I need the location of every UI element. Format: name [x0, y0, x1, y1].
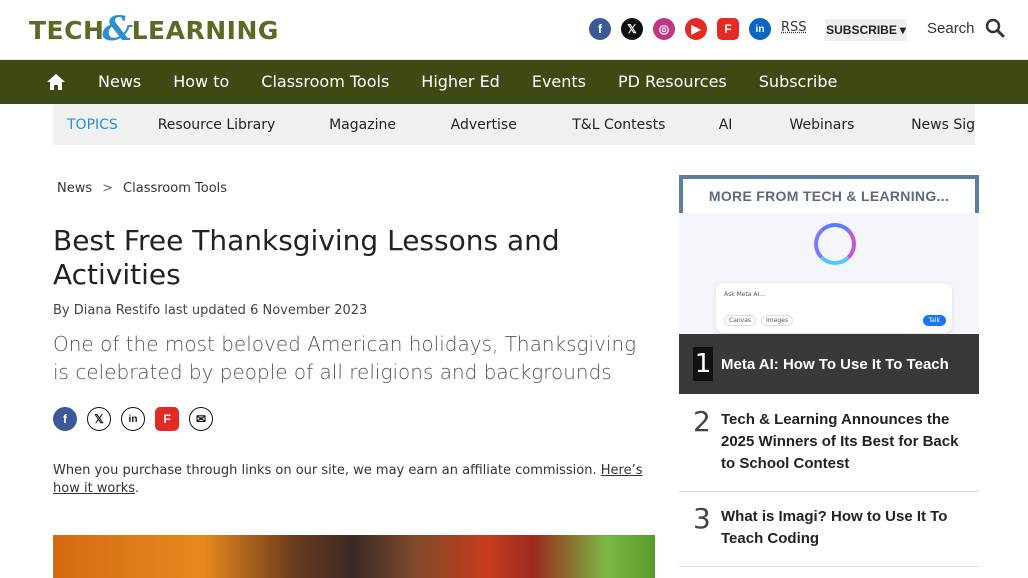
topic-resource-library[interactable]: Resource Library: [158, 117, 329, 133]
nav-item-higher-ed[interactable]: Higher Ed: [405, 60, 516, 104]
nav-item-pd-resources[interactable]: PD Resources: [602, 60, 743, 104]
rank-title: What is Imagi? How to Use It To Teach Co…: [721, 508, 948, 547]
topic-advertise[interactable]: Advertise: [451, 117, 573, 133]
topic-ai[interactable]: AI: [719, 117, 790, 133]
search-icon: [985, 18, 1005, 38]
logo-learning: LEARNING: [131, 15, 279, 45]
subscribe-label: SUBSCRIBE: [826, 23, 897, 37]
nav-item-classroom-tools[interactable]: Classroom Tools: [245, 60, 405, 104]
topic-news-signup[interactable]: News Sig: [911, 117, 975, 133]
main-nav: News How to Classroom Tools Higher Ed Ev…: [0, 60, 1028, 104]
search-label: Search: [927, 19, 975, 37]
rss-link[interactable]: RSS: [781, 20, 807, 35]
byline-prefix: By: [53, 303, 70, 318]
author-link[interactable]: Diana Restifo: [74, 303, 160, 318]
nav-item-how-to[interactable]: How to: [157, 60, 245, 104]
rank-title: Meta AI: How To Use It To Teach: [721, 355, 949, 373]
breadcrumb-separator: >: [102, 181, 114, 196]
share-x-icon[interactable]: 𝕏: [87, 407, 111, 431]
sidebar-promo-image[interactable]: Ask Meta AI... Canvas Images Talk: [679, 213, 979, 334]
flipboard-icon[interactable]: F: [717, 18, 739, 40]
nav-items: News How to Classroom Tools Higher Ed Ev…: [98, 60, 853, 104]
promo-talk-button: Talk: [922, 315, 946, 326]
rank-title: Tech & Learning Announces the 2025 Winne…: [721, 411, 959, 472]
logo-ampersand: &: [102, 9, 134, 49]
byline: By Diana Restifo last updated 6 November…: [53, 303, 367, 318]
standfirst: One of the most beloved American holiday…: [53, 332, 637, 384]
linkedin-icon[interactable]: in: [749, 18, 771, 40]
sidebar-item-2[interactable]: 2 Tech & Learning Announces the 2025 Win…: [679, 405, 979, 492]
topics-label: TOPICS: [67, 116, 118, 133]
subscribe-dropdown[interactable]: SUBSCRIBE ▾: [825, 19, 907, 41]
facebook-icon[interactable]: f: [589, 18, 611, 40]
social-links: f 𝕏 ◎ ▶ F in: [589, 18, 771, 40]
promo-chip-canvas: Canvas: [724, 315, 757, 326]
share-facebook-icon[interactable]: f: [53, 407, 77, 431]
hero-image: [53, 535, 655, 578]
rank-number: 2: [693, 405, 711, 438]
promo-ask-text: Ask Meta AI...: [724, 291, 766, 298]
breadcrumb: News > Classroom Tools: [57, 181, 227, 196]
nav-item-subscribe[interactable]: Subscribe: [743, 60, 854, 104]
topic-webinars[interactable]: Webinars: [789, 117, 911, 133]
updated-date: last updated 6 November 2023: [164, 303, 368, 318]
breadcrumb-news[interactable]: News: [57, 181, 92, 196]
rank-number: 3: [693, 502, 711, 535]
site-logo[interactable]: TECH & LEARNING: [29, 9, 279, 49]
sidebar-header: MORE FROM TECH & LEARNING...: [679, 175, 979, 213]
site-header: TECH & LEARNING f 𝕏 ◎ ▶ F in RSS SUBSCRI…: [0, 0, 1028, 60]
nav-item-events[interactable]: Events: [516, 60, 602, 104]
youtube-icon[interactable]: ▶: [685, 18, 707, 40]
nav-item-news[interactable]: News: [98, 60, 157, 104]
caret-down-icon: ▾: [899, 23, 906, 37]
home-button[interactable]: [28, 60, 83, 104]
share-email-icon[interactable]: ✉: [189, 407, 213, 431]
x-icon[interactable]: 𝕏: [621, 18, 643, 40]
instagram-icon[interactable]: ◎: [653, 18, 675, 40]
rank-number: 1: [693, 347, 713, 381]
share-flipboard-icon[interactable]: F: [155, 407, 179, 431]
sidebar-item-3[interactable]: 3 What is Imagi? How to Use It To Teach …: [679, 502, 979, 567]
topics-bar: TOPICS Resource Library Magazine Adverti…: [53, 104, 975, 145]
affiliate-text: When you purchase through links on our s…: [53, 463, 597, 478]
logo-tech: TECH: [29, 15, 105, 45]
breadcrumb-classroom-tools[interactable]: Classroom Tools: [123, 181, 227, 196]
affiliate-end: .: [135, 481, 140, 496]
affiliate-disclosure: When you purchase through links on our s…: [53, 462, 653, 498]
home-icon: [46, 74, 65, 90]
search-button[interactable]: Search: [927, 18, 1005, 38]
topic-magazine[interactable]: Magazine: [329, 117, 451, 133]
meta-ai-ring-icon: [814, 223, 856, 265]
article-title: Best Free Thanksgiving Lessons and Activ…: [53, 224, 560, 291]
promo-chat-card: Ask Meta AI... Canvas Images Talk: [716, 283, 952, 333]
topic-tl-contests[interactable]: T&L Contests: [572, 117, 718, 133]
share-linkedin-icon[interactable]: in: [121, 407, 145, 431]
promo-chip-images: Images: [761, 315, 793, 326]
sidebar-item-1[interactable]: 1 Meta AI: How To Use It To Teach: [679, 334, 979, 394]
share-buttons: f 𝕏 in F ✉: [53, 407, 213, 431]
promo-chips: Canvas Images: [724, 315, 793, 326]
